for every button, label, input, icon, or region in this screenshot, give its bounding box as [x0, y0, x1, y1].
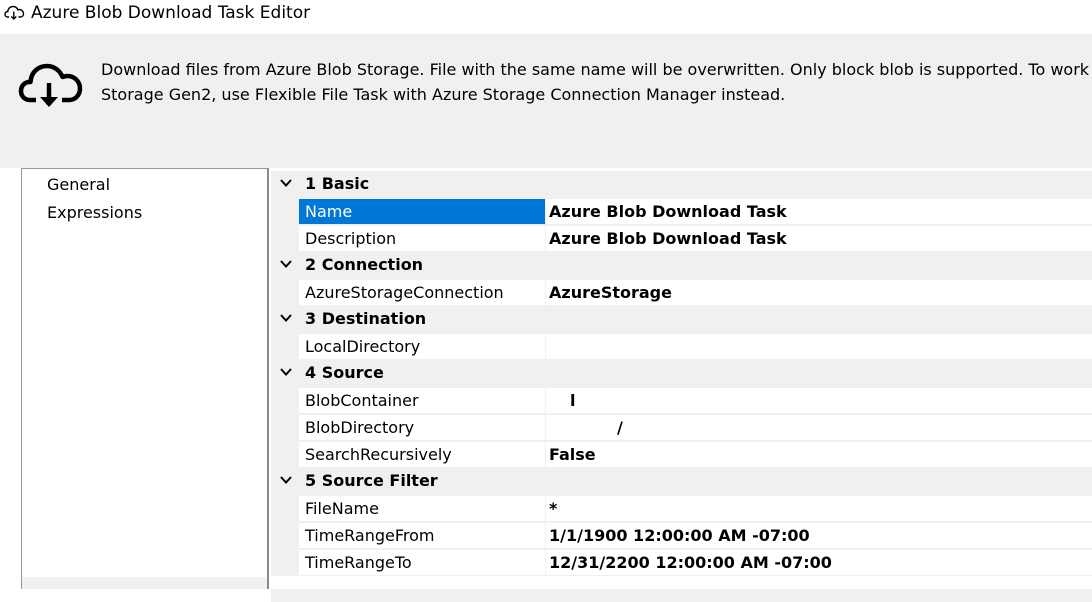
category-basic[interactable]: 1 Basic: [271, 171, 1092, 198]
property-name[interactable]: TimeRangeTo: [299, 550, 545, 575]
property-value[interactable]: 1/1/1900 12:00:00 AM -07:00: [546, 523, 1092, 548]
description-line-1: Download files from Azure Blob Storage. …: [101, 60, 1092, 79]
property-row-timerangeto[interactable]: TimeRangeTo 12/31/2200 12:00:00 AM -07:0…: [271, 549, 1092, 576]
property-name[interactable]: AzureStorageConnection: [299, 280, 545, 305]
property-name[interactable]: FileName: [299, 496, 545, 521]
title-bar: Azure Blob Download Task Editor: [0, 0, 1092, 34]
property-row-name[interactable]: Name Azure Blob Download Task: [271, 198, 1092, 225]
category-label: 4 Source: [305, 363, 384, 382]
category-label: 2 Connection: [305, 255, 424, 274]
property-name[interactable]: Name: [299, 199, 545, 224]
property-value[interactable]: Azure Blob Download Task: [546, 226, 1092, 251]
pane-footer: [22, 577, 267, 589]
property-row-blobcontainer[interactable]: BlobContainer l: [271, 387, 1092, 414]
window-title: Azure Blob Download Task Editor: [31, 3, 311, 23]
property-row-filename[interactable]: FileName *: [271, 495, 1092, 522]
property-grid: 1 Basic Name Azure Blob Download Task De…: [271, 169, 1092, 589]
property-value[interactable]: l: [546, 388, 1092, 413]
property-row-localdirectory[interactable]: LocalDirectory: [271, 333, 1092, 360]
property-value[interactable]: Azure Blob Download Task: [546, 199, 1092, 224]
property-row-azurestorageconnection[interactable]: AzureStorageConnection AzureStorage: [271, 279, 1092, 306]
chevron-down-icon[interactable]: [279, 258, 293, 270]
nav-item-expressions[interactable]: Expressions: [47, 203, 142, 223]
cloud-download-icon: [4, 5, 25, 20]
property-value[interactable]: *: [546, 496, 1092, 521]
property-name[interactable]: LocalDirectory: [299, 334, 545, 359]
grid-footer: [271, 589, 1092, 602]
property-row-searchrecursively[interactable]: SearchRecursively False: [271, 441, 1092, 468]
nav-item-general[interactable]: General: [47, 175, 110, 195]
property-row-blobdirectory[interactable]: BlobDirectory /: [271, 414, 1092, 441]
category-label: 5 Source Filter: [305, 471, 438, 490]
property-name[interactable]: SearchRecursively: [299, 442, 545, 467]
property-row-description[interactable]: Description Azure Blob Download Task: [271, 225, 1092, 252]
category-destination[interactable]: 3 Destination: [271, 306, 1092, 333]
description-line-2: Storage Gen2, use Flexible File Task wit…: [101, 85, 786, 104]
property-name[interactable]: TimeRangeFrom: [299, 523, 545, 548]
property-value[interactable]: AzureStorage: [546, 280, 1092, 305]
blob-container-value: l: [570, 391, 576, 410]
category-label: 3 Destination: [305, 309, 427, 328]
chevron-down-icon[interactable]: [279, 366, 293, 378]
category-connection[interactable]: 2 Connection: [271, 252, 1092, 279]
task-description-header: Download files from Azure Blob Storage. …: [0, 34, 1092, 168]
chevron-down-icon[interactable]: [279, 474, 293, 486]
category-source[interactable]: 4 Source: [271, 360, 1092, 387]
category-label: 1 Basic: [305, 174, 370, 193]
property-value[interactable]: 12/31/2200 12:00:00 AM -07:00: [546, 550, 1092, 575]
editor-body: General Expressions 1 Basic Name Azure B…: [0, 168, 1092, 602]
property-name[interactable]: BlobDirectory: [299, 415, 545, 440]
property-value[interactable]: /: [546, 415, 1092, 440]
property-value[interactable]: False: [546, 442, 1092, 467]
property-name[interactable]: Description: [299, 226, 545, 251]
category-source-filter[interactable]: 5 Source Filter: [271, 468, 1092, 495]
chevron-down-icon[interactable]: [279, 177, 293, 189]
property-row-timerangefrom[interactable]: TimeRangeFrom 1/1/1900 12:00:00 AM -07:0…: [271, 522, 1092, 549]
page-navigation: General Expressions: [21, 168, 269, 589]
cloud-download-icon: [18, 63, 83, 107]
property-name[interactable]: BlobContainer: [299, 388, 545, 413]
blob-directory-value: /: [617, 418, 623, 437]
chevron-down-icon[interactable]: [279, 312, 293, 324]
property-value[interactable]: [546, 334, 1092, 359]
task-description: Download files from Azure Blob Storage. …: [101, 57, 1092, 107]
